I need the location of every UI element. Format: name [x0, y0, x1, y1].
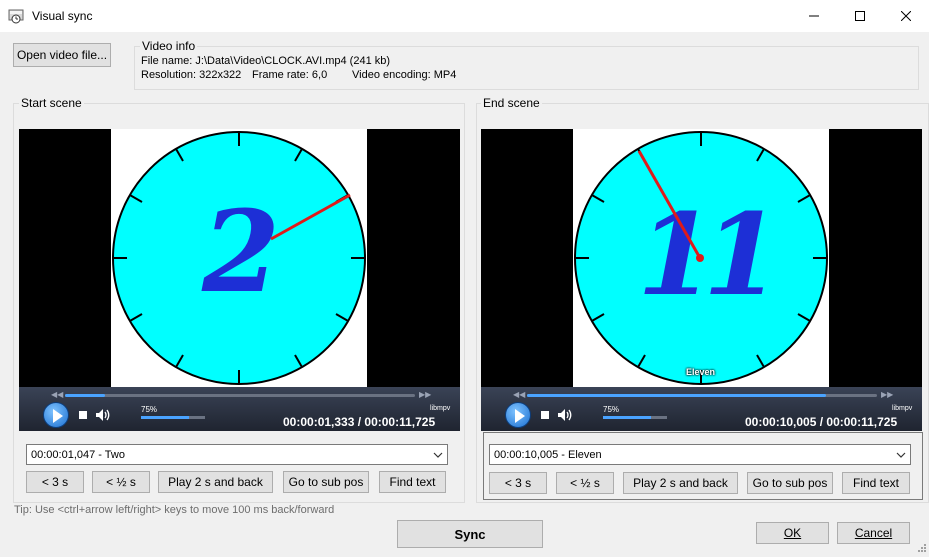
start-goto-sub-pos-button[interactable]: Go to sub pos	[283, 471, 369, 493]
start-stop-button[interactable]	[79, 411, 87, 419]
start-scene-heading: Start scene	[19, 96, 84, 110]
start-clock-image: 2	[111, 129, 367, 387]
chevron-down-icon	[896, 452, 906, 458]
start-player-controls: ◀◀ ▶▶ 75% libmpv 00:00:01,333 / 00:00:11…	[19, 387, 460, 431]
window-title: Visual sync	[32, 9, 93, 23]
end-engine-label: libmpv	[892, 405, 913, 412]
end-play-2s-back-button[interactable]: Play 2 s and back	[623, 472, 738, 494]
video-info-group	[134, 46, 919, 90]
sync-button[interactable]: Sync	[397, 520, 543, 548]
start-volume-percent: 75%	[141, 405, 158, 414]
end-clock-image: 11	[573, 129, 829, 387]
chevron-down-icon	[433, 452, 443, 458]
end-goto-sub-pos-button[interactable]: Go to sub pos	[747, 472, 833, 494]
video-file-name: File name: J:\Data\Video\CLOCK.AVI.mp4 (…	[141, 55, 391, 67]
keyboard-tip: Tip: Use <ctrl+arrow left/right> keys to…	[14, 504, 335, 516]
start-seek-bar[interactable]	[65, 394, 415, 397]
end-back-half-second-button[interactable]: < ½ s	[556, 472, 614, 494]
end-subtitle-selected: 00:00:10,005 - Eleven	[494, 449, 602, 461]
seek-back-arrow-icon: ◀◀	[513, 390, 526, 399]
maximize-icon	[855, 11, 865, 21]
minimize-icon	[809, 15, 819, 17]
end-video-frame[interactable]: 11 Eleven	[481, 129, 922, 387]
start-back-half-second-button[interactable]: < ½ s	[92, 471, 150, 493]
seek-back-arrow-icon: ◀◀	[51, 390, 64, 399]
open-video-file-button[interactable]: Open video file...	[13, 43, 111, 67]
start-find-text-button[interactable]: Find text	[379, 471, 446, 493]
end-player-controls: ◀◀ ▶▶ 75% libmpv 00:00:10,005 / 00:00:11…	[481, 387, 922, 431]
video-encoding: Video encoding: MP4	[352, 69, 457, 81]
end-subtitle-select[interactable]: 00:00:10,005 - Eleven	[489, 444, 911, 465]
start-volume-level	[141, 416, 189, 419]
video-info-heading: Video info	[140, 39, 198, 53]
minimize-button[interactable]	[791, 0, 837, 32]
close-icon	[901, 11, 911, 21]
video-frame-rate: Frame rate: 6,0	[252, 69, 328, 81]
start-video-frame[interactable]: 2	[19, 129, 460, 387]
end-find-text-button[interactable]: Find text	[842, 472, 910, 494]
start-subtitle-select[interactable]: 00:00:01,047 - Two	[26, 444, 448, 465]
start-volume-icon[interactable]	[95, 408, 111, 422]
seek-forward-arrow-icon: ▶▶	[419, 390, 432, 399]
maximize-button[interactable]	[837, 0, 883, 32]
end-volume-level	[603, 416, 651, 419]
end-back-3s-button[interactable]: < 3 s	[489, 472, 547, 494]
end-scene-heading: End scene	[481, 96, 542, 110]
start-play-2s-back-button[interactable]: Play 2 s and back	[158, 471, 273, 493]
end-volume-percent: 75%	[603, 405, 620, 414]
title-bar[interactable]: Visual sync	[0, 0, 929, 32]
seek-forward-arrow-icon: ▶▶	[881, 390, 894, 399]
start-engine-label: libmpv	[430, 405, 451, 412]
end-seek-progress	[527, 394, 826, 397]
video-sync-app-icon	[8, 8, 24, 24]
end-stop-button[interactable]	[541, 411, 549, 419]
ok-button[interactable]: OK	[756, 522, 829, 544]
resize-grip-icon[interactable]	[915, 543, 927, 555]
start-time-display: 00:00:01,333 / 00:00:11,725	[283, 415, 436, 429]
cancel-button[interactable]: Cancel	[837, 522, 910, 544]
start-play-button[interactable]	[43, 402, 69, 428]
video-resolution: Resolution: 322x322	[141, 69, 242, 81]
end-time-display: 00:00:10,005 / 00:00:11,725	[745, 415, 898, 429]
end-volume-icon[interactable]	[557, 408, 573, 422]
start-back-3s-button[interactable]: < 3 s	[26, 471, 84, 493]
close-button[interactable]	[883, 0, 929, 32]
end-clock-hub	[696, 254, 704, 262]
end-play-button[interactable]	[505, 402, 531, 428]
start-subtitle-selected: 00:00:01,047 - Two	[31, 449, 125, 461]
end-subtitle-caption: Eleven	[686, 367, 716, 377]
start-seek-progress	[65, 394, 105, 397]
start-clock-numeral: 2	[201, 187, 280, 318]
